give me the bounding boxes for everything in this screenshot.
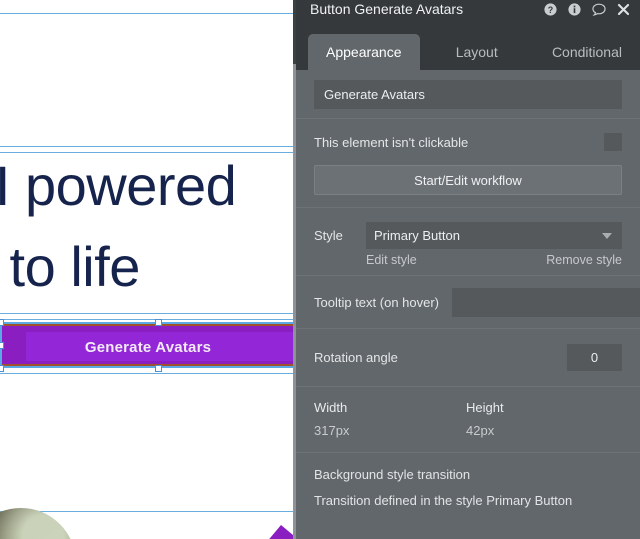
canvas-button-label: Generate Avatars: [2, 326, 294, 368]
dimensions-section: Width 317px Height 42px: [296, 387, 640, 453]
chevron-down-icon: [602, 233, 612, 239]
tab-layout[interactable]: Layout: [438, 34, 516, 70]
rotation-section: Rotation angle: [296, 329, 640, 387]
style-select[interactable]: Primary Button: [366, 222, 622, 249]
style-label: Style: [314, 228, 366, 243]
tooltip-label: Tooltip text (on hover): [314, 295, 439, 310]
help-icon[interactable]: ?: [544, 3, 557, 16]
comment-icon[interactable]: [592, 3, 606, 16]
panel-tab-bar: Appearance Layout Conditional: [296, 19, 640, 70]
app-root: AI powered s to life Generate Avatars: [0, 0, 640, 539]
style-links-row: Edit style Remove style: [314, 253, 622, 267]
decorative-purple-shape: [259, 525, 297, 539]
resize-handle-top-left[interactable]: [0, 319, 4, 326]
canvas-generate-avatars-button[interactable]: Generate Avatars: [2, 324, 294, 366]
resize-handle-bottom-center[interactable]: [155, 365, 162, 372]
canvas-guide-line: [0, 373, 297, 374]
close-icon[interactable]: [617, 3, 630, 16]
height-column: Height 42px: [466, 400, 618, 452]
height-value[interactable]: 42px: [466, 423, 618, 438]
selection-edge-bottom: [0, 366, 296, 368]
canvas-guide-line: [0, 146, 297, 147]
info-icon[interactable]: [568, 3, 581, 16]
element-property-panel: Button Generate Avatars ?: [296, 0, 640, 539]
height-label: Height: [466, 400, 618, 415]
resize-handle-middle-left[interactable]: [0, 342, 4, 349]
transition-section: Background style transition Transition d…: [296, 453, 640, 508]
caption-input[interactable]: [314, 80, 622, 109]
tab-conditional[interactable]: Conditional: [534, 34, 640, 70]
clickable-label: This element isn't clickable: [314, 135, 604, 150]
style-section: Style Primary Button Edit style Remove s…: [296, 208, 640, 276]
transition-description: Transition defined in the style Primary …: [314, 493, 622, 508]
tooltip-section: Tooltip text (on hover): [296, 276, 640, 329]
clickable-row: This element isn't clickable: [296, 129, 640, 155]
start-edit-workflow-button[interactable]: Start/Edit workflow: [314, 165, 622, 195]
canvas-guide-line: [0, 319, 297, 320]
panel-header-icon-group: ?: [544, 3, 630, 16]
hero-headline-line-1[interactable]: AI powered: [0, 155, 236, 217]
rotation-angle-input[interactable]: [567, 344, 622, 371]
clickable-checkbox[interactable]: [604, 133, 622, 151]
edit-style-link[interactable]: Edit style: [366, 253, 417, 267]
tooltip-input[interactable]: [452, 288, 640, 317]
avatar-photo-circle[interactable]: [0, 508, 76, 539]
workflow-button-wrap: Start/Edit workflow: [296, 165, 640, 195]
rotation-angle-label: Rotation angle: [314, 350, 567, 365]
panel-header: Button Generate Avatars ?: [296, 0, 640, 19]
canvas-guide-line: [0, 313, 297, 314]
panel-title: Button Generate Avatars: [310, 0, 544, 19]
resize-handle-top-center[interactable]: [155, 319, 162, 326]
canvas-guide-line: [0, 13, 297, 14]
design-canvas[interactable]: AI powered s to life Generate Avatars: [0, 0, 297, 539]
tab-appearance[interactable]: Appearance: [308, 34, 420, 70]
transition-title: Background style transition: [314, 467, 622, 482]
selection-edge-top: [0, 322, 296, 324]
width-value[interactable]: 317px: [314, 423, 466, 438]
caption-section: [296, 70, 640, 119]
svg-text:?: ?: [548, 5, 553, 15]
style-row: Style Primary Button: [314, 222, 622, 249]
hero-headline-line-2[interactable]: s to life: [0, 236, 140, 298]
selected-element-wrapper[interactable]: Generate Avatars: [2, 324, 294, 366]
width-label: Width: [314, 400, 466, 415]
canvas-guide-line: [0, 511, 297, 512]
resize-handle-bottom-left[interactable]: [0, 365, 4, 372]
style-select-value: Primary Button: [366, 228, 602, 243]
canvas-guide-line: [0, 152, 297, 153]
width-column: Width 317px: [314, 400, 466, 452]
clickable-section: This element isn't clickable Start/Edit …: [296, 119, 640, 208]
remove-style-link[interactable]: Remove style: [546, 253, 622, 267]
